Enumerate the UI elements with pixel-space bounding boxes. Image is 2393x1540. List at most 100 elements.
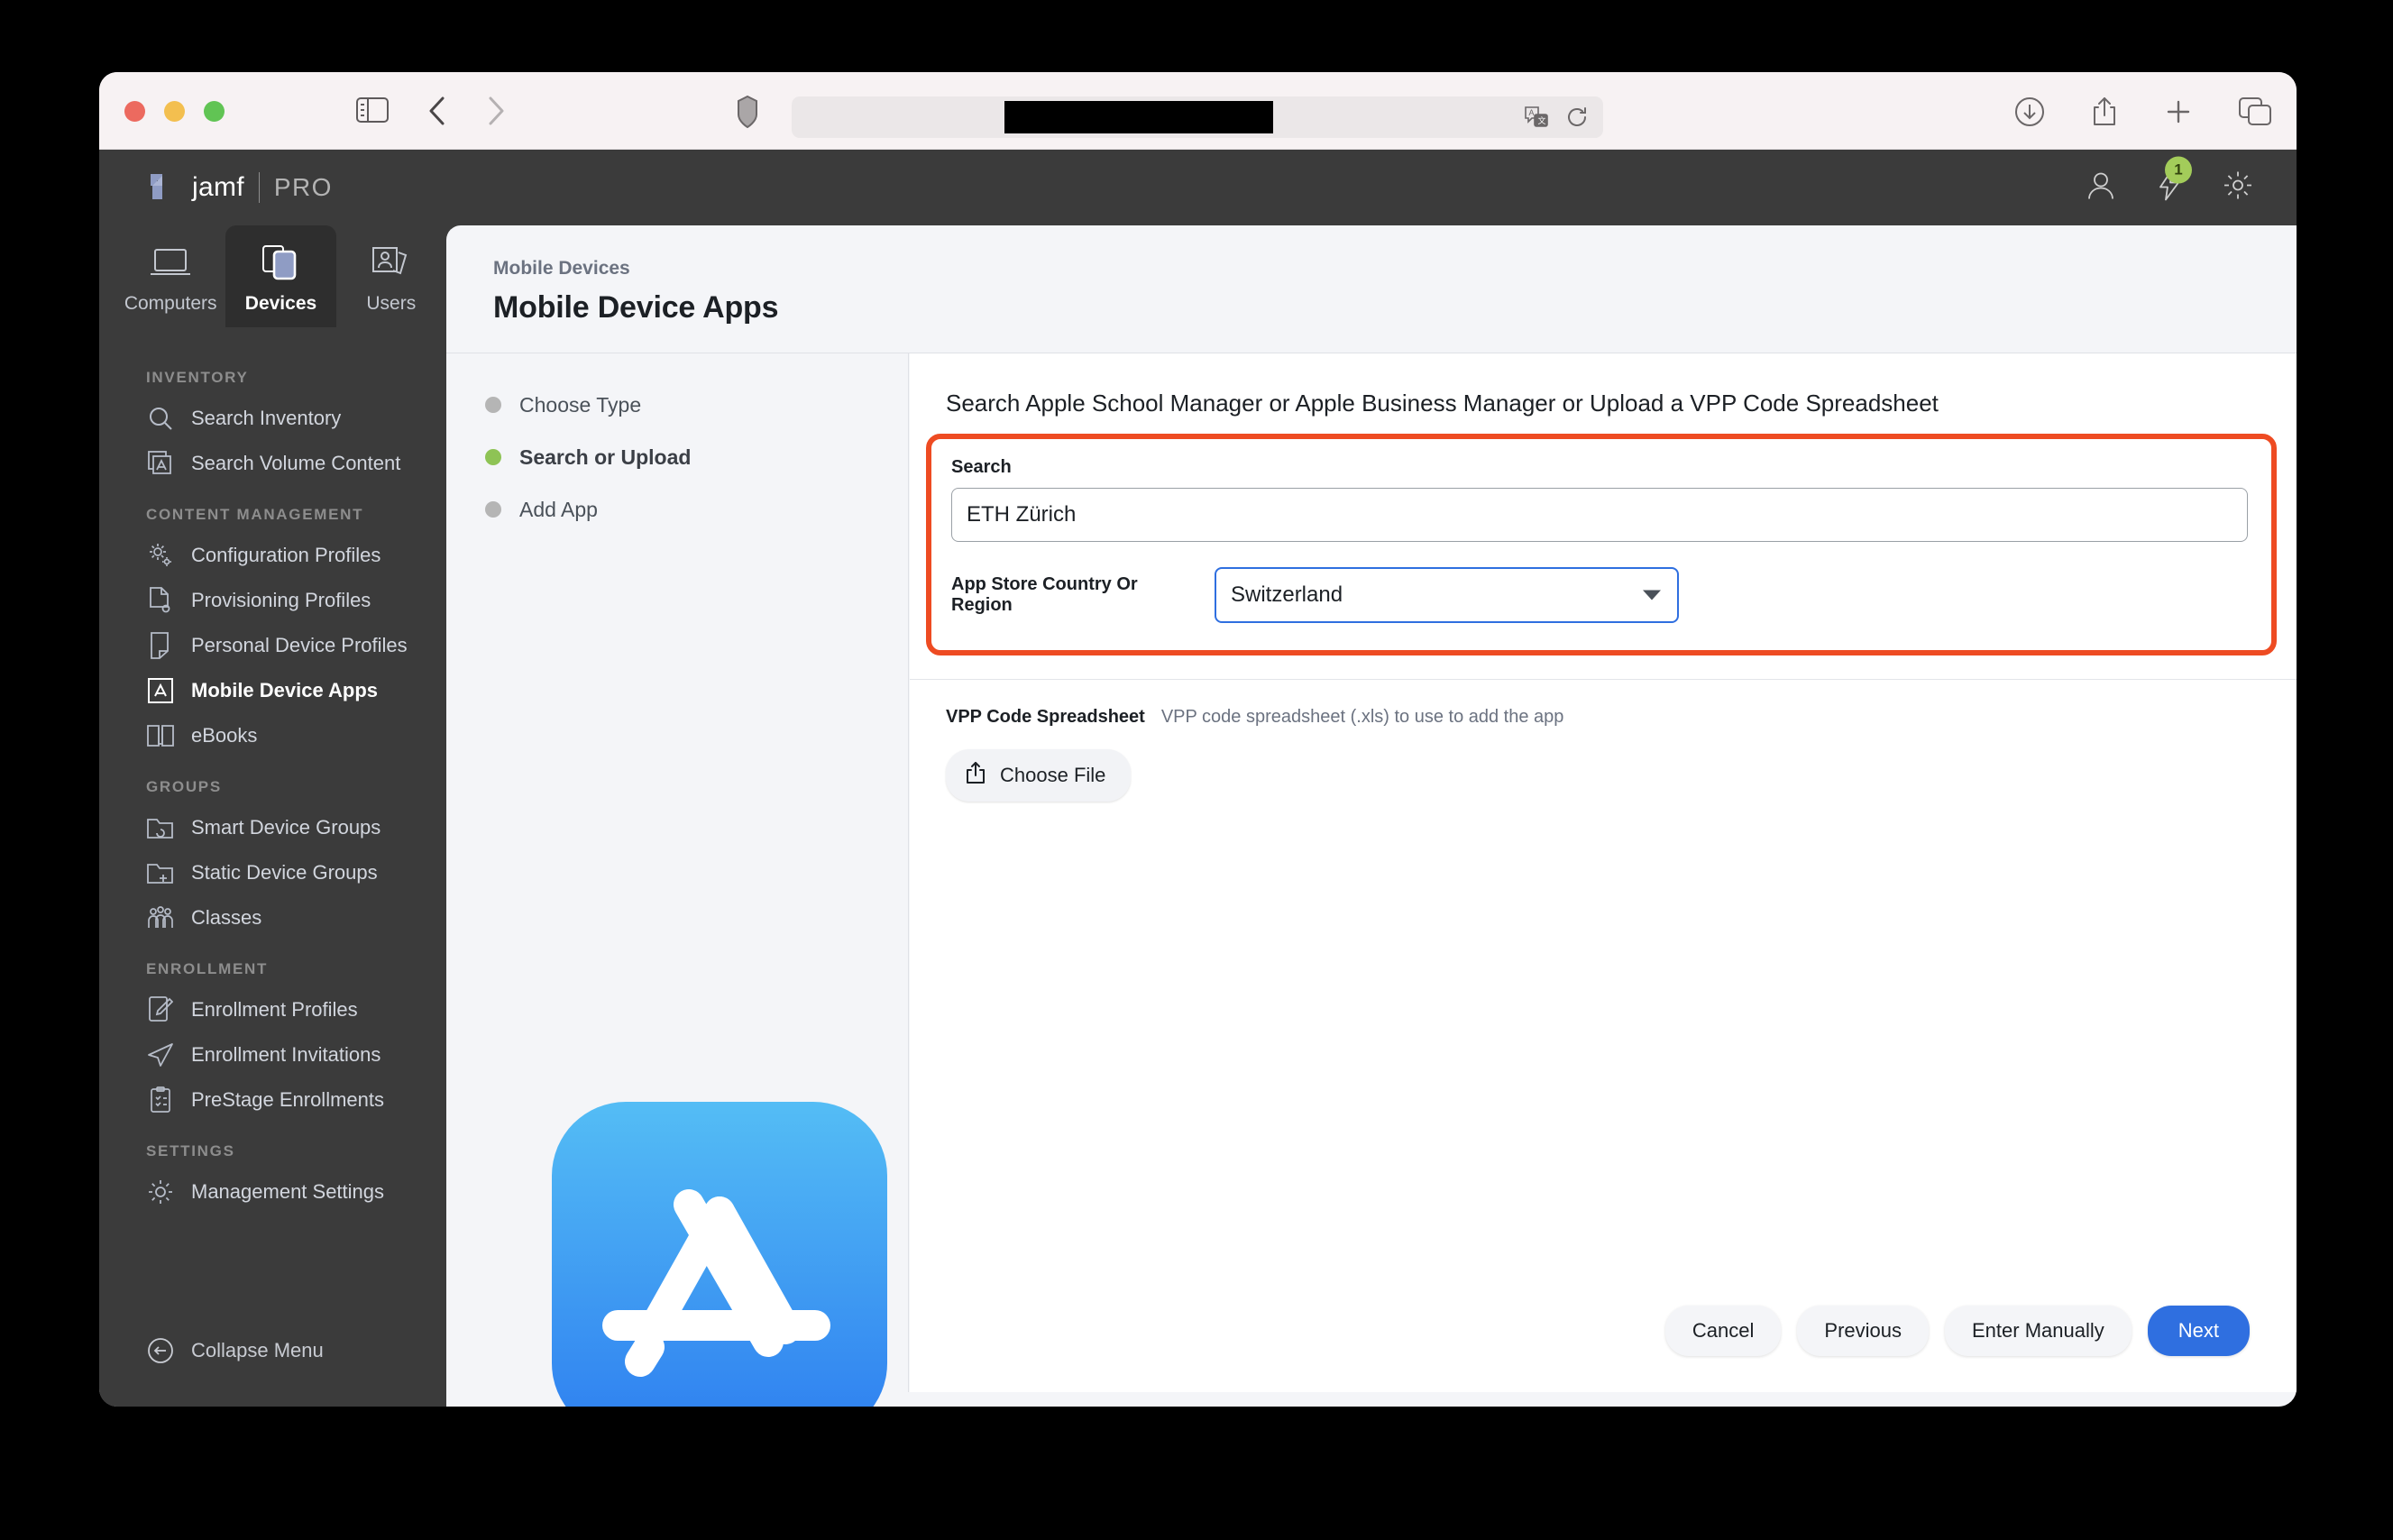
step-dot-icon: [485, 397, 501, 413]
sidebar-label: Enrollment Invitations: [191, 1043, 381, 1066]
app-header: jamf PRO 1: [99, 150, 2297, 225]
vpp-row: VPP Code Spreadsheet VPP code spreadshee…: [910, 680, 2297, 728]
close-button[interactable]: [124, 101, 145, 122]
country-select-value: Switzerland: [1231, 582, 1343, 607]
downloads-icon[interactable]: [2014, 96, 2045, 132]
tab-users[interactable]: Users: [336, 225, 446, 327]
jamf-pro-logo[interactable]: jamf PRO: [151, 172, 333, 203]
maximize-button[interactable]: [204, 101, 225, 122]
cancel-button[interactable]: Cancel: [1664, 1306, 1782, 1356]
sidebar-item-ebooks[interactable]: eBooks: [99, 713, 446, 758]
back-arrow-icon[interactable]: [426, 95, 449, 132]
sidebar-label: Search Volume Content: [191, 452, 401, 474]
tab-overview-icon[interactable]: [2239, 97, 2271, 131]
sidebar-item-personal-device-profiles[interactable]: Personal Device Profiles: [99, 623, 446, 668]
window-controls: [124, 101, 225, 122]
sidebar-item-search-volume-content[interactable]: Search Volume Content: [99, 441, 446, 486]
sidebar-label: Static Device Groups: [191, 861, 378, 884]
tab-users-label: Users: [366, 293, 417, 314]
notification-badge: 1: [2165, 156, 2192, 184]
vpp-label: VPP Code Spreadsheet: [946, 707, 1145, 727]
minimize-button[interactable]: [164, 101, 185, 122]
previous-button[interactable]: Previous: [1797, 1306, 1929, 1356]
enter-manually-button[interactable]: Enter Manually: [1945, 1306, 2132, 1356]
sidebar-item-provisioning-profiles[interactable]: Provisioning Profiles: [99, 578, 446, 623]
logo-divider: [258, 172, 260, 203]
wizard-step-add-app[interactable]: Add App: [446, 483, 908, 536]
sidebar-item-classes[interactable]: Classes: [99, 895, 446, 940]
sidebar-menu: INVENTORY Search Inventory Search Volume…: [99, 327, 446, 1215]
gears-icon: [146, 541, 175, 570]
collapse-menu-button[interactable]: Collapse Menu: [99, 1336, 324, 1365]
paper-plane-icon: [146, 1040, 175, 1069]
app-store-icon: [146, 676, 175, 705]
next-button[interactable]: Next: [2147, 1306, 2250, 1356]
forward-arrow-icon[interactable]: [484, 95, 508, 132]
document-gear-icon: [146, 586, 175, 615]
breadcrumb: Mobile Devices: [493, 258, 630, 279]
gear-icon[interactable]: [2223, 170, 2253, 206]
app-body: Computers Devices Users INVENTORY Search…: [99, 225, 2297, 1407]
sidebar-label: Smart Device Groups: [191, 816, 381, 839]
sidebar-label: PreStage Enrollments: [191, 1088, 384, 1111]
lightning-bolt-icon[interactable]: 1: [2156, 156, 2192, 206]
wizard-step-list: Choose Type Search or Upload Add App: [446, 353, 908, 536]
step-dot-icon: [485, 449, 501, 465]
wizard-step-label: Search or Upload: [519, 445, 692, 469]
arrow-left-circle-icon: [146, 1336, 175, 1365]
sidebar-item-search-inventory[interactable]: Search Inventory: [99, 396, 446, 441]
search-label: Search: [951, 457, 1012, 477]
choose-file-label: Choose File: [1000, 764, 1106, 786]
country-row: App Store Country Or Region Switzerland: [951, 567, 2248, 623]
sidebar-section-inventory: INVENTORY: [146, 369, 249, 386]
search-input[interactable]: [951, 488, 2248, 542]
sidebar-label: Personal Device Profiles: [191, 634, 408, 656]
wizard-step-label: Add App: [519, 497, 598, 521]
mobile-device-icon: [261, 240, 300, 285]
sidebar-label: Configuration Profiles: [191, 544, 381, 566]
tab-computers[interactable]: Computers: [115, 225, 225, 327]
vpp-hint: VPP code spreadsheet (.xls) to use to ad…: [1160, 707, 1564, 727]
sidebar-item-smart-device-groups[interactable]: Smart Device Groups: [99, 805, 446, 850]
wizard-step-choose-type[interactable]: Choose Type: [446, 379, 908, 431]
panes: Choose Type Search or Upload Add App Sea…: [446, 353, 2297, 1407]
wizard-steps-panel: Choose Type Search or Upload Add App: [446, 353, 909, 1407]
sidebar-label: Enrollment Profiles: [191, 998, 358, 1021]
wizard-step-search-or-upload[interactable]: Search or Upload: [446, 431, 908, 483]
sidebar-item-configuration-profiles[interactable]: Configuration Profiles: [99, 533, 446, 578]
sidebar-item-static-device-groups[interactable]: Static Device Groups: [99, 850, 446, 895]
address-bar[interactable]: A 文: [792, 96, 1603, 138]
sidebar-item-prestage-enrollments[interactable]: PreStage Enrollments: [99, 1077, 446, 1123]
sidebar-item-management-settings[interactable]: Management Settings: [99, 1169, 446, 1215]
choose-file-button[interactable]: Choose File: [946, 749, 1132, 802]
page-header: Mobile Devices Mobile Device Apps: [446, 225, 2297, 353]
country-select[interactable]: Switzerland: [1215, 567, 1679, 623]
sidebar-item-enrollment-invitations[interactable]: Enrollment Invitations: [99, 1032, 446, 1077]
app-store-large-icon: [552, 1102, 887, 1407]
translate-icon[interactable]: A 文: [1524, 105, 1549, 133]
form-title: Search Apple School Manager or Apple Bus…: [946, 390, 1939, 417]
users-icon: [371, 240, 412, 285]
plus-icon[interactable]: [2164, 97, 2193, 131]
folder-sync-icon: [146, 813, 175, 842]
sidebar-section-enrollment: ENROLLMENT: [146, 960, 269, 977]
user-icon[interactable]: [2086, 170, 2116, 206]
sidebar-item-enrollment-profiles[interactable]: Enrollment Profiles: [99, 987, 446, 1032]
reload-icon[interactable]: [1565, 105, 1589, 133]
sidebar-toggle-icon[interactable]: [356, 96, 389, 129]
tab-computers-label: Computers: [124, 293, 217, 314]
sidebar-label: Management Settings: [191, 1180, 385, 1203]
browser-window: A 文 jamf PRO 1 Computers Devices Users I…: [99, 72, 2297, 1407]
laptop-icon: [150, 240, 191, 285]
logo-text: jamf: [192, 172, 244, 202]
sidebar-item-mobile-device-apps[interactable]: Mobile Device Apps: [99, 668, 446, 713]
jamf-logo-mark: [151, 174, 178, 201]
tab-devices[interactable]: Devices: [225, 225, 336, 327]
logo-pro-text: PRO: [273, 173, 333, 201]
upload-icon: [966, 761, 986, 790]
primary-tabs: Computers Devices Users: [99, 225, 446, 327]
share-icon[interactable]: [2091, 96, 2118, 133]
privacy-shield-icon[interactable]: [737, 95, 758, 133]
svg-text:文: 文: [1538, 115, 1546, 125]
book-icon: [146, 721, 175, 750]
